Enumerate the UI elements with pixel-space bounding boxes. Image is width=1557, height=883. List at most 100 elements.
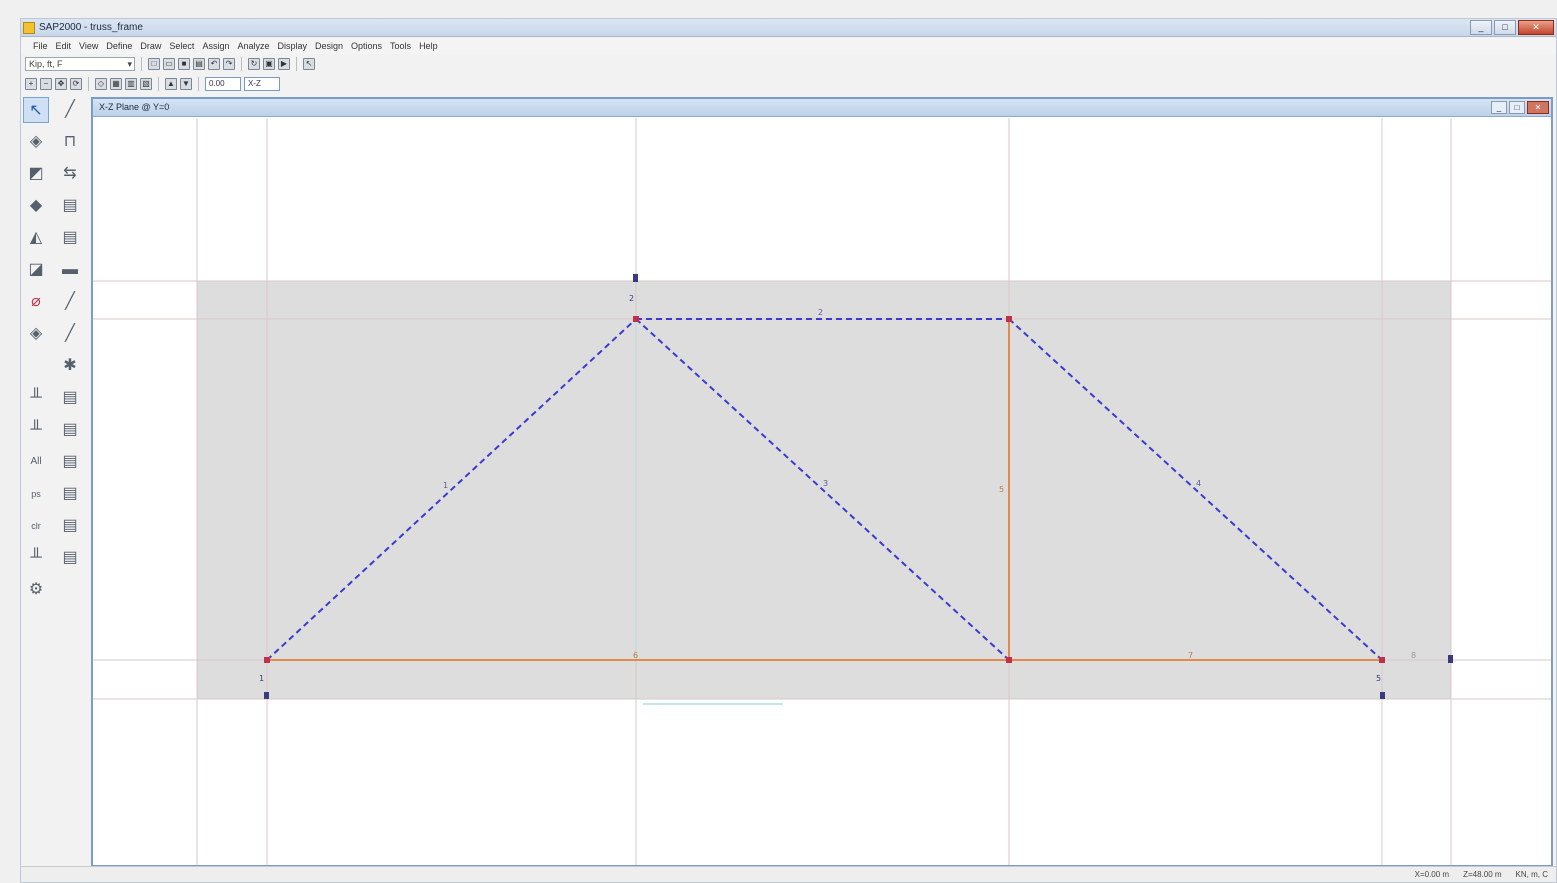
- menu-select[interactable]: Select: [169, 41, 194, 51]
- xz-view-icon[interactable]: ▥: [125, 78, 137, 90]
- frame-label: 6: [633, 651, 638, 660]
- story-tool-icon[interactable]: ╨: [23, 417, 49, 443]
- axis-tool-icon[interactable]: ▤: [57, 417, 83, 443]
- zoom-in-icon[interactable]: +: [25, 78, 37, 90]
- truss-drawing[interactable]: 1 2 5 1 2 3 4 5 6 7 8: [93, 118, 1551, 865]
- save-icon[interactable]: ■: [178, 58, 190, 70]
- frame-release-icon[interactable]: ⚙: [23, 577, 49, 603]
- units-select[interactable]: Kip, ft, F: [25, 57, 135, 71]
- section-tool-icon[interactable]: ▤: [57, 193, 83, 219]
- restraint-tool-icon[interactable]: ◭: [23, 225, 49, 251]
- menu-options[interactable]: Options: [351, 41, 382, 51]
- menu-analyze[interactable]: Analyze: [237, 41, 269, 51]
- 3d-view-icon[interactable]: ◇: [95, 78, 107, 90]
- joint-marker[interactable]: [1006, 316, 1012, 322]
- minimize-button[interactable]: _: [1470, 20, 1492, 35]
- joint-tool-icon[interactable]: ◆: [23, 193, 49, 219]
- menu-design[interactable]: Design: [315, 41, 343, 51]
- intersect-tool-icon[interactable]: ▤: [57, 481, 83, 507]
- maximize-button[interactable]: □: [1494, 20, 1516, 35]
- title-bar: SAP2000 - truss_frame _ □ ✕: [21, 19, 1556, 37]
- mass-tool-icon[interactable]: ▬: [57, 257, 83, 283]
- document-close-button[interactable]: ✕: [1527, 101, 1549, 114]
- zoom-out-icon[interactable]: −: [40, 78, 52, 90]
- open-icon[interactable]: ▭: [163, 58, 175, 70]
- document-maximize-button[interactable]: □: [1509, 101, 1525, 114]
- document-window: X-Z Plane @ Y=0 _ □ ✕ 1 2 5 1 2 3 4 5 6 …: [91, 97, 1553, 867]
- joint-marker[interactable]: [264, 657, 270, 663]
- menu-display[interactable]: Display: [277, 41, 307, 51]
- link-tool-icon[interactable]: ⊓: [57, 129, 83, 155]
- toolbar-separator: [198, 77, 199, 91]
- frame-label: 1: [443, 481, 448, 490]
- draw-line-tool-icon[interactable]: ╱: [57, 289, 83, 315]
- rotate-icon[interactable]: ⟳: [70, 78, 82, 90]
- redo-icon[interactable]: ↷: [223, 58, 235, 70]
- menu-define[interactable]: Define: [106, 41, 132, 51]
- document-title: X-Z Plane @ Y=0: [99, 102, 170, 112]
- toolbar-separator: [88, 77, 89, 91]
- frame-label: 4: [1196, 479, 1201, 488]
- pan-icon[interactable]: ✥: [55, 78, 67, 90]
- new-icon[interactable]: □: [148, 58, 160, 70]
- joint-marker[interactable]: [1379, 657, 1385, 663]
- frame-tool-icon[interactable]: ╱: [57, 97, 83, 123]
- menu-assign[interactable]: Assign: [202, 41, 229, 51]
- link-line-tool-icon[interactable]: ⌀: [23, 289, 49, 315]
- joint-marker[interactable]: [1006, 657, 1012, 663]
- print-icon[interactable]: ▤: [193, 58, 205, 70]
- coordinate-field[interactable]: 0.00: [205, 77, 241, 91]
- tendon-tool-icon[interactable]: ▤: [57, 545, 83, 571]
- toolbar-separator: [241, 57, 242, 71]
- spring-tool-icon[interactable]: ▤: [57, 225, 83, 251]
- plane-field[interactable]: X-Z: [244, 77, 280, 91]
- menu-file[interactable]: File: [33, 41, 48, 51]
- support-marker: [264, 692, 269, 699]
- pointer-tool-icon[interactable]: ↖: [23, 97, 49, 123]
- group-tool-icon[interactable]: ▤: [57, 513, 83, 539]
- close-button[interactable]: ✕: [1518, 20, 1554, 35]
- application-window: SAP2000 - truss_frame _ □ ✕ File Edit Vi…: [20, 18, 1557, 883]
- model-canvas[interactable]: 1 2 5 1 2 3 4 5 6 7 8: [93, 118, 1551, 865]
- menu-draw[interactable]: Draw: [140, 41, 161, 51]
- document-title-bar: X-Z Plane @ Y=0 _ □ ✕: [93, 99, 1551, 117]
- toolbar-separator: [141, 57, 142, 71]
- menu-edit[interactable]: Edit: [56, 41, 72, 51]
- undo-icon[interactable]: ↶: [208, 58, 220, 70]
- down-icon[interactable]: ▼: [180, 78, 192, 90]
- menu-tools[interactable]: Tools: [390, 41, 411, 51]
- units-readout[interactable]: KN, m, C: [1516, 870, 1548, 879]
- support-tool-icon[interactable]: ╨: [23, 545, 49, 571]
- lock-icon[interactable]: ▣: [263, 58, 275, 70]
- property-tool-icon[interactable]: ▤: [57, 449, 83, 475]
- frame-label: 7: [1188, 651, 1193, 660]
- left-toolbox: ↖ ╱ ◈ ⊓ ◩ ⇆ ◆ ▤ ◭ ▤ ◪ ▬ ⌀ ╱ ◈ ╱ ✱ ╨ ▤ ╨ …: [21, 97, 89, 637]
- main-toolbar: Kip, ft, F □ ▭ ■ ▤ ↶ ↷ ↻ ▣ ▶ ↖: [21, 55, 1556, 73]
- joint-label: 2: [629, 294, 634, 303]
- clear-select-icon[interactable]: clr: [23, 513, 49, 539]
- grid-tool-icon[interactable]: ╨: [23, 385, 49, 411]
- shell-tool-icon[interactable]: ◩: [23, 161, 49, 187]
- all-select-icon[interactable]: All: [23, 449, 49, 475]
- run-icon[interactable]: ▶: [278, 58, 290, 70]
- brush-tool-icon[interactable]: ╱: [57, 321, 83, 347]
- load-tool-icon[interactable]: ◪: [23, 257, 49, 283]
- joint-marker[interactable]: [633, 316, 639, 322]
- app-title: SAP2000 - truss_frame: [39, 22, 143, 33]
- document-minimize-button[interactable]: _: [1491, 101, 1507, 114]
- xy-view-icon[interactable]: ▦: [110, 78, 122, 90]
- window-controls: _ □ ✕: [1470, 20, 1554, 36]
- pointer-icon[interactable]: ↖: [303, 58, 315, 70]
- up-icon[interactable]: ▲: [165, 78, 177, 90]
- previous-select-icon[interactable]: ps: [23, 481, 49, 507]
- area-tool-icon[interactable]: ◈: [23, 321, 49, 347]
- cable-tool-icon[interactable]: ◈: [23, 129, 49, 155]
- solid-tool-icon[interactable]: ⇆: [57, 161, 83, 187]
- document-controls: _ □ ✕: [1491, 101, 1549, 114]
- menu-view[interactable]: View: [79, 41, 98, 51]
- refresh-icon[interactable]: ↻: [248, 58, 260, 70]
- yz-view-icon[interactable]: ▧: [140, 78, 152, 90]
- menu-help[interactable]: Help: [419, 41, 438, 51]
- node-tool-icon[interactable]: ✱: [57, 353, 83, 379]
- dimension-tool-icon[interactable]: ▤: [57, 385, 83, 411]
